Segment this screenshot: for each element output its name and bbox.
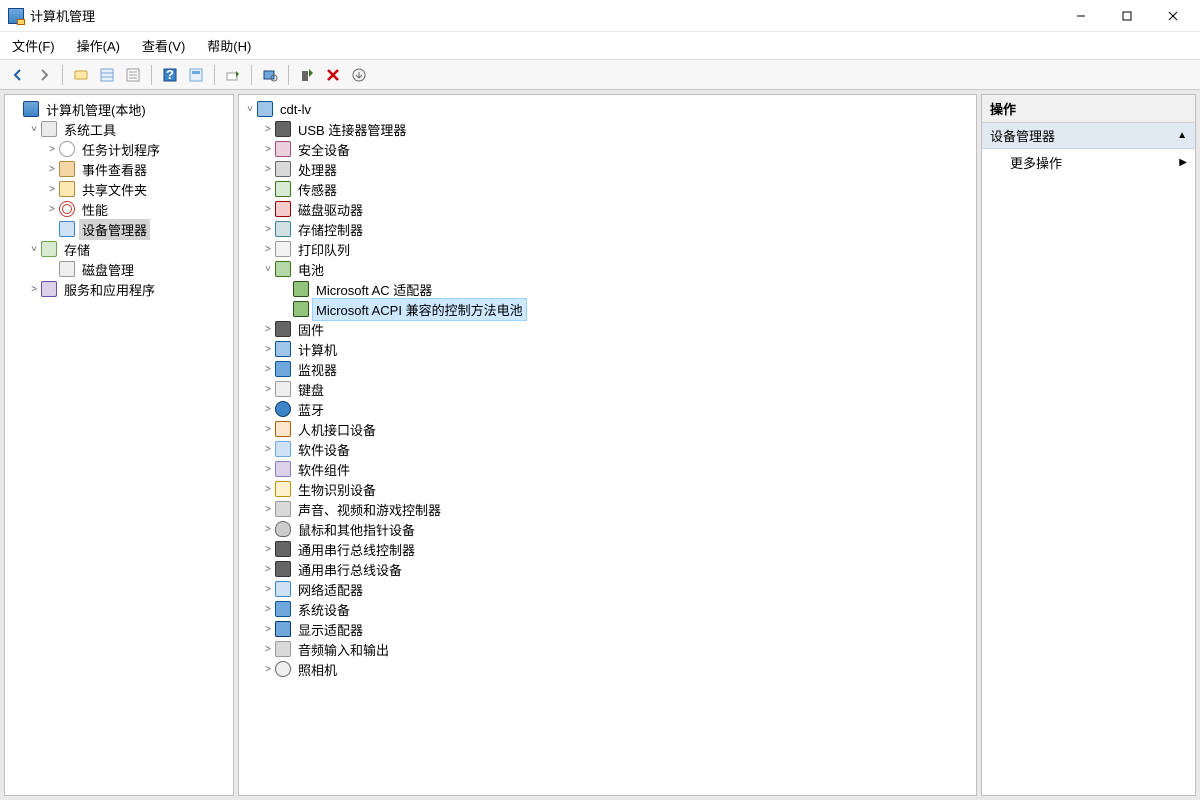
menu-view[interactable]: 查看(V) xyxy=(138,34,189,57)
menu-bar: 文件(F) 操作(A) 查看(V) 帮助(H) xyxy=(0,32,1200,60)
cat-software-components[interactable]: ˃软件组件 xyxy=(261,459,976,479)
actions-pane: 操作 设备管理器 ▲ 更多操作 ▶ xyxy=(981,94,1196,796)
separator xyxy=(288,65,289,85)
collapse-icon: ▲ xyxy=(1177,130,1187,141)
cat-audio-io[interactable]: ˃音频输入和输出 xyxy=(261,639,976,659)
scan-hardware-button[interactable] xyxy=(258,63,282,87)
host-node[interactable]: ˅cdt-lv xyxy=(243,99,976,119)
cat-hid[interactable]: ˃人机接口设备 xyxy=(261,419,976,439)
update-driver-button[interactable] xyxy=(221,63,245,87)
title-bar: 计算机管理 xyxy=(0,0,1200,32)
close-button[interactable] xyxy=(1150,0,1196,32)
cat-mouse[interactable]: ˃鼠标和其他指针设备 xyxy=(261,519,976,539)
submenu-icon: ▶ xyxy=(1179,157,1187,168)
window-title: 计算机管理 xyxy=(30,6,95,25)
tree-device-manager[interactable]: ˃设备管理器 xyxy=(45,219,233,239)
separator xyxy=(214,65,215,85)
menu-action[interactable]: 操作(A) xyxy=(73,34,124,57)
enable-device-button[interactable] xyxy=(295,63,319,87)
cat-processor[interactable]: ˃处理器 xyxy=(261,159,976,179)
cat-security-devices[interactable]: ˃安全设备 xyxy=(261,139,976,159)
show-hidden-devices-button[interactable] xyxy=(347,63,371,87)
cat-firmware[interactable]: ˃固件 xyxy=(261,319,976,339)
cat-computer[interactable]: ˃计算机 xyxy=(261,339,976,359)
app-icon xyxy=(8,8,24,24)
cat-camera[interactable]: ˃照相机 xyxy=(261,659,976,679)
tree-shared-folders[interactable]: ˃共享文件夹 xyxy=(45,179,233,199)
device-tree-panel: ˅cdt-lv ˃USB 连接器管理器 ˃安全设备 ˃处理器 ˃传感器 ˃磁盘驱… xyxy=(238,94,977,796)
svg-text:?: ? xyxy=(166,67,174,82)
view-detail-button[interactable] xyxy=(121,63,145,87)
menu-help[interactable]: 帮助(H) xyxy=(203,34,255,57)
more-actions-item[interactable]: 更多操作 ▶ xyxy=(982,149,1195,176)
maximize-button[interactable] xyxy=(1104,0,1150,32)
cat-bluetooth[interactable]: ˃蓝牙 xyxy=(261,399,976,419)
workspace: ▾计算机管理(本地) ˅系统工具 ˃任务计划程序 ˃事件查看器 ˃共享文件夹 ˃… xyxy=(0,90,1200,800)
cat-print-queues[interactable]: ˃打印队列 xyxy=(261,239,976,259)
cat-system-devices[interactable]: ˃系统设备 xyxy=(261,599,976,619)
tree-services-apps[interactable]: ˃服务和应用程序 xyxy=(27,279,233,299)
cat-sensor[interactable]: ˃传感器 xyxy=(261,179,976,199)
cat-usb-devices[interactable]: ˃通用串行总线设备 xyxy=(261,559,976,579)
cat-usb-controllers[interactable]: ˃通用串行总线控制器 xyxy=(261,539,976,559)
cat-audio-video-game[interactable]: ˃声音、视频和游戏控制器 xyxy=(261,499,976,519)
cat-keyboard[interactable]: ˃键盘 xyxy=(261,379,976,399)
console-tree-panel: ▾计算机管理(本地) ˅系统工具 ˃任务计划程序 ˃事件查看器 ˃共享文件夹 ˃… xyxy=(4,94,234,796)
cat-display-adapters[interactable]: ˃显示适配器 xyxy=(261,619,976,639)
cat-battery[interactable]: ˅电池 xyxy=(261,259,976,279)
cat-monitor[interactable]: ˃监视器 xyxy=(261,359,976,379)
show-hide-tree-button[interactable] xyxy=(69,63,93,87)
tree-task-scheduler[interactable]: ˃任务计划程序 xyxy=(45,139,233,159)
tree-storage[interactable]: ˅存储 xyxy=(27,239,233,259)
tree-event-viewer[interactable]: ˃事件查看器 xyxy=(45,159,233,179)
back-button[interactable] xyxy=(6,63,30,87)
actions-section-title: 设备管理器 xyxy=(990,126,1055,145)
cat-disk-drives[interactable]: ˃磁盘驱动器 xyxy=(261,199,976,219)
cat-storage-controllers[interactable]: ˃存储控制器 xyxy=(261,219,976,239)
tree-performance[interactable]: ˃性能 xyxy=(45,199,233,219)
separator xyxy=(251,65,252,85)
view-list-button[interactable] xyxy=(95,63,119,87)
dev-acpi-battery[interactable]: ˃Microsoft ACPI 兼容的控制方法电池 xyxy=(279,299,976,319)
minimize-button[interactable] xyxy=(1058,0,1104,32)
uninstall-device-button[interactable] xyxy=(321,63,345,87)
forward-button[interactable] xyxy=(32,63,56,87)
cat-biometric[interactable]: ˃生物识别设备 xyxy=(261,479,976,499)
more-actions-label: 更多操作 xyxy=(1010,153,1062,172)
cat-network-adapters[interactable]: ˃网络适配器 xyxy=(261,579,976,599)
help-button[interactable]: ? xyxy=(158,63,182,87)
separator xyxy=(151,65,152,85)
dev-ac-adapter[interactable]: ˃Microsoft AC 适配器 xyxy=(279,279,976,299)
actions-section[interactable]: 设备管理器 ▲ xyxy=(982,123,1195,149)
toolbar: ? xyxy=(0,60,1200,90)
cat-software-devices[interactable]: ˃软件设备 xyxy=(261,439,976,459)
tree-disk-management[interactable]: ˃磁盘管理 xyxy=(45,259,233,279)
properties-button[interactable] xyxy=(184,63,208,87)
tree-root[interactable]: ▾计算机管理(本地) xyxy=(9,99,233,119)
console-tree[interactable]: ▾计算机管理(本地) ˅系统工具 ˃任务计划程序 ˃事件查看器 ˃共享文件夹 ˃… xyxy=(5,95,233,303)
cat-usb-connector[interactable]: ˃USB 连接器管理器 xyxy=(261,119,976,139)
actions-header: 操作 xyxy=(982,95,1195,123)
menu-file[interactable]: 文件(F) xyxy=(8,34,59,57)
separator xyxy=(62,65,63,85)
tree-system-tools[interactable]: ˅系统工具 xyxy=(27,119,233,139)
device-tree[interactable]: ˅cdt-lv ˃USB 连接器管理器 ˃安全设备 ˃处理器 ˃传感器 ˃磁盘驱… xyxy=(239,95,976,683)
